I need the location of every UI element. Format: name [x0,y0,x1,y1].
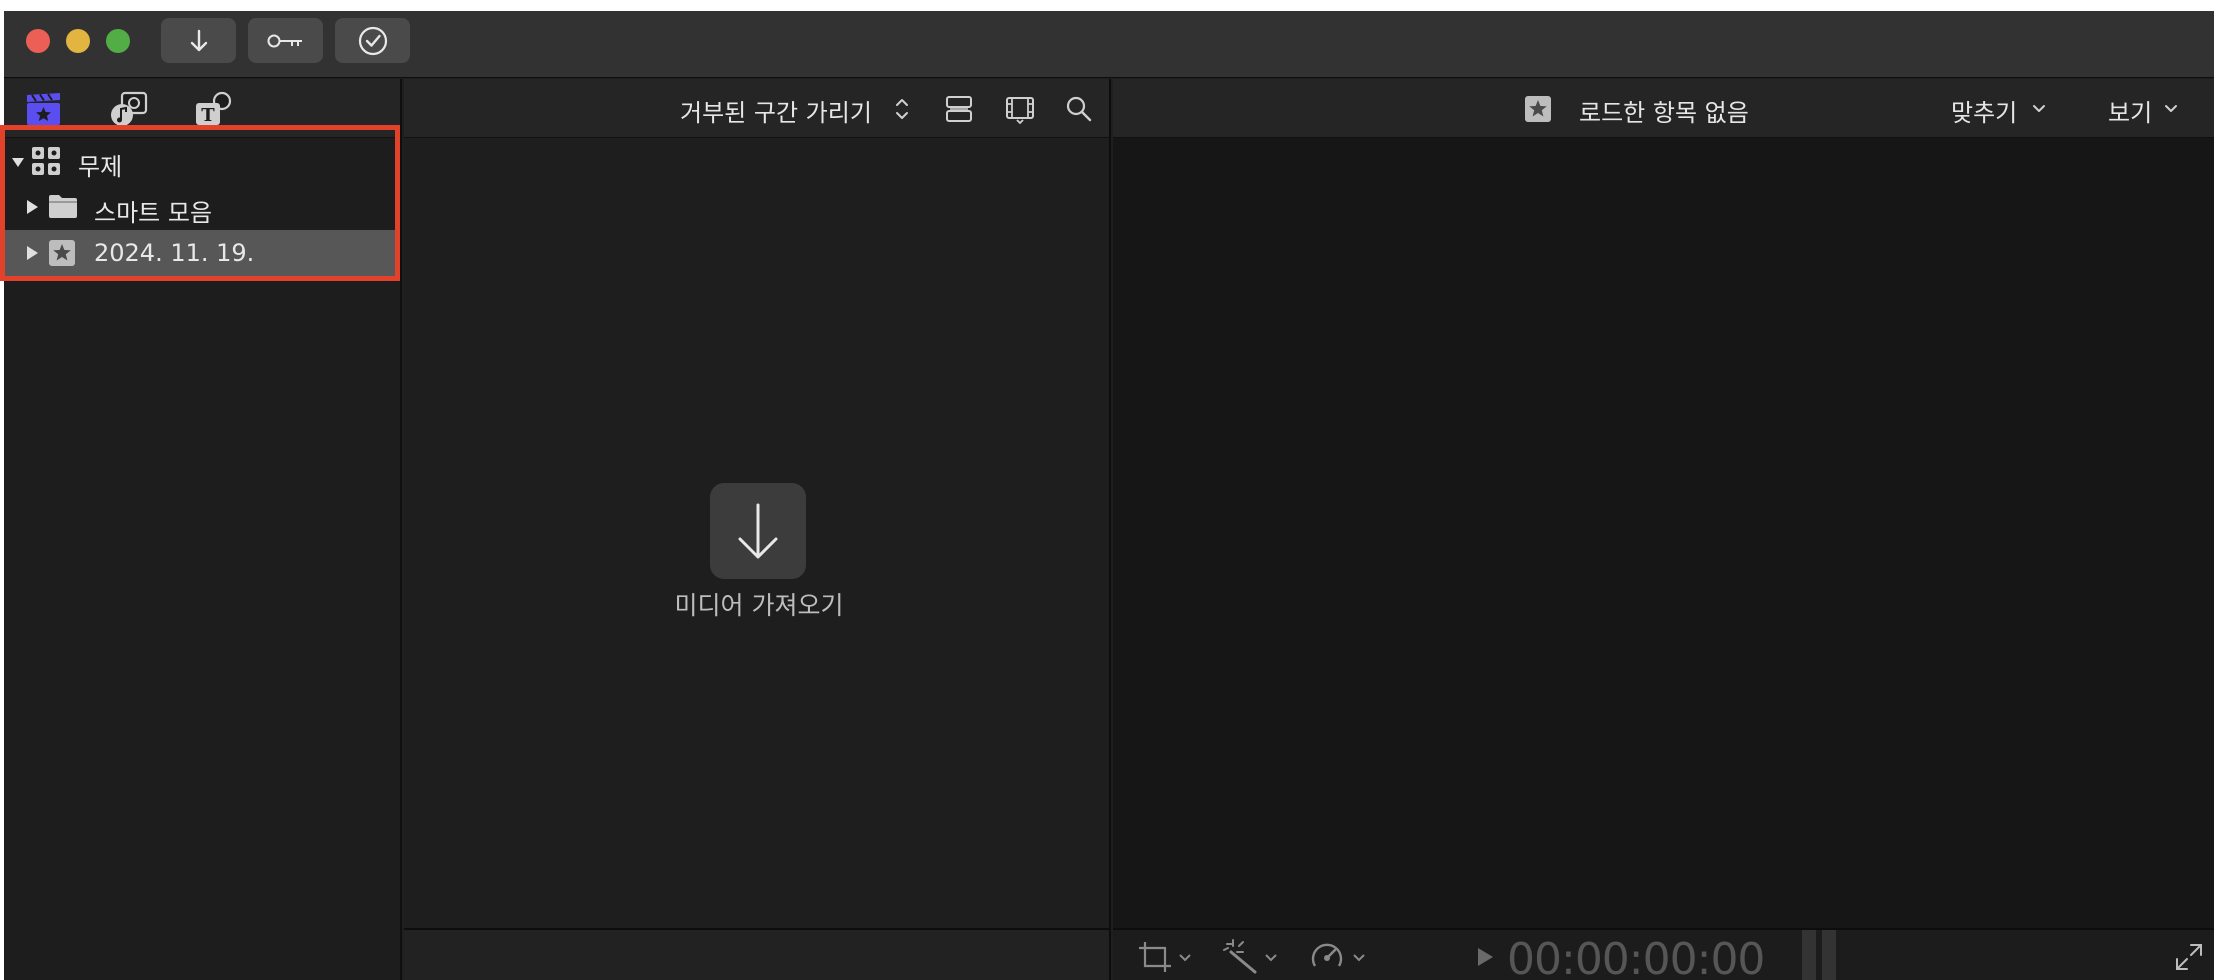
chevron-down-icon[interactable] [1351,952,1367,964]
crop-icon[interactable] [1137,940,1173,974]
close-window-button[interactable] [26,29,50,53]
clip-appearance-icon[interactable] [944,93,974,125]
play-icon[interactable] [1475,946,1495,968]
viewer: 로드한 항목 없음 맞추기 보기 00:00:00:00 [1113,79,2214,980]
import-media-button[interactable] [161,18,236,63]
updown-chevron-icon[interactable] [894,95,910,123]
filmstrip-icon[interactable] [1004,93,1036,125]
event-star-icon [49,240,75,266]
speedometer-icon[interactable] [1309,940,1345,972]
smart-collections-label: 스마트 모음 [94,199,213,227]
disclosure-right-icon[interactable] [24,199,40,215]
audio-meter-right [1822,930,1836,980]
key-icon [267,34,302,47]
minimize-window-button[interactable] [66,29,90,53]
viewer-toolbar: 로드한 항목 없음 맞추기 보기 [1113,79,2214,138]
event-label: 2024. 11. 19. [94,239,255,267]
event-star-icon [1525,96,1551,122]
clapper-star-icon [27,93,60,125]
viewer-controls-bar: 00:00:00:00 [1113,928,2214,980]
library-icon [32,147,60,175]
background-tasks-button[interactable] [335,18,410,63]
titles-generators-icon: T [196,91,232,126]
photos-audio-tab[interactable] [108,89,150,129]
search-icon[interactable] [1064,94,1094,124]
folder-icon [49,195,77,218]
browser-toolbar: 거부된 구간 가리기 [404,79,1109,138]
library-row[interactable]: 무제 [4,138,400,184]
fullscreen-icon[interactable] [2174,942,2204,972]
clip-filter-popup[interactable]: 거부된 구간 가리기 [680,93,872,128]
audio-meter-left [1802,930,1816,980]
keywords-button[interactable] [248,18,323,63]
disclosure-right-icon[interactable] [24,245,40,261]
titles-generators-tab[interactable]: T [192,89,234,129]
libraries-sidebar: T 무제 스마트 모음 2024. 11. 19. [4,79,402,980]
chevron-down-icon[interactable] [2031,103,2047,115]
svg-text:T: T [201,105,215,126]
checkmark-circle-icon [358,26,387,55]
view-options-dropdown[interactable]: 보기 [2108,93,2152,128]
sidebar-toolbar: T [4,79,400,138]
disclosure-down-icon[interactable] [10,154,26,170]
browser-status-bar [404,928,1109,980]
library-name: 무제 [78,153,123,181]
zoom-fit-dropdown[interactable]: 맞추기 [1951,93,2017,128]
zoom-window-button[interactable] [106,29,130,53]
chevron-down-icon[interactable] [2163,103,2179,115]
import-arrow-icon [738,503,778,559]
title-bar [4,11,2214,78]
chevron-down-icon[interactable] [1177,952,1193,964]
viewer-title: 로드한 항목 없음 [1579,99,1749,127]
smart-collections-row[interactable]: 스마트 모음 [4,184,400,230]
import-media-tile[interactable] [710,483,806,579]
chevron-down-icon[interactable] [1263,952,1279,964]
app-window: T 무제 스마트 모음 2024. 11. 19. 거부된 구간 가리기 미디어… [4,11,2214,980]
photos-music-icon [111,91,148,126]
magic-wand-icon[interactable] [1221,938,1259,974]
libraries-tab[interactable] [23,89,65,129]
media-browser: 거부된 구간 가리기 미디어 가져오기 [404,79,1111,980]
event-row[interactable]: 2024. 11. 19. [4,230,400,276]
import-arrow-icon [190,29,207,51]
import-media-label[interactable]: 미디어 가져오기 [654,586,864,622]
timecode-display: 00:00:00:00 [1507,934,1765,980]
